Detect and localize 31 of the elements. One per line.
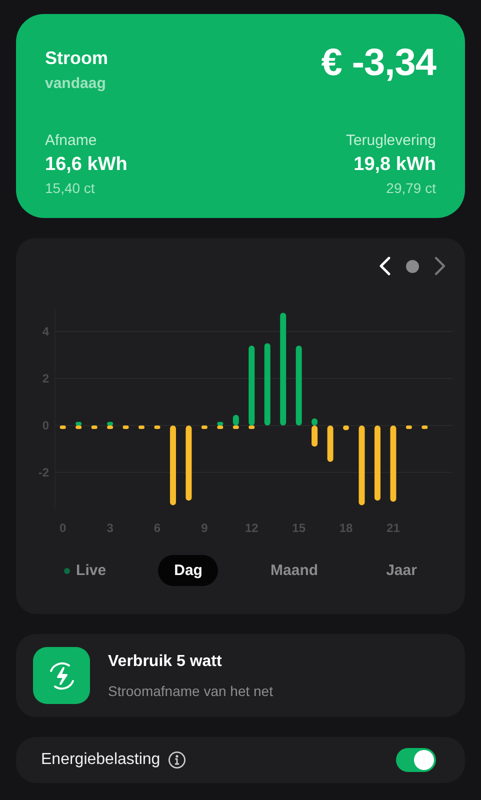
- setting-label: Energiebelasting: [41, 751, 160, 769]
- card-subtitle: vandaag: [45, 75, 106, 92]
- period-tab[interactable]: Dag: [158, 555, 218, 586]
- stat-value: 16,6 kWh: [45, 154, 128, 176]
- usage-subtitle: Stroomafname van het net: [108, 682, 273, 698]
- stat-label: Teruglevering: [346, 132, 436, 149]
- stat-price: 15,40 ct: [45, 180, 95, 196]
- toggle-switch[interactable]: [396, 748, 436, 772]
- usage-title: Verbruik 5 watt: [108, 652, 222, 670]
- chart-bar: [122, 425, 129, 429]
- chart-bar: [60, 425, 66, 429]
- chart-bar: [154, 425, 160, 429]
- period-tab[interactable]: Jaar: [370, 555, 433, 586]
- chart-bar: [91, 425, 98, 429]
- stat-price: 29,79 ct: [386, 180, 436, 196]
- chart-bar: [138, 425, 145, 429]
- chart-bar: [343, 425, 350, 430]
- chart-bar: [406, 425, 412, 429]
- live-dot-icon: [64, 568, 70, 574]
- period-tab[interactable]: Live: [48, 555, 122, 586]
- total-amount: € -3,34: [321, 42, 436, 85]
- page-dot-icon: [406, 260, 419, 272]
- previous-button[interactable]: [378, 256, 392, 276]
- stat-value: 19,8 kWh: [354, 154, 436, 176]
- chart-bar: [422, 425, 428, 429]
- period-tab[interactable]: Maand: [254, 555, 334, 586]
- card-title: Stroom: [45, 48, 108, 69]
- info-icon[interactable]: [168, 751, 186, 769]
- chart-bar: [327, 425, 334, 462]
- chart-bar: [201, 425, 208, 429]
- stat-label: Afname: [45, 132, 97, 149]
